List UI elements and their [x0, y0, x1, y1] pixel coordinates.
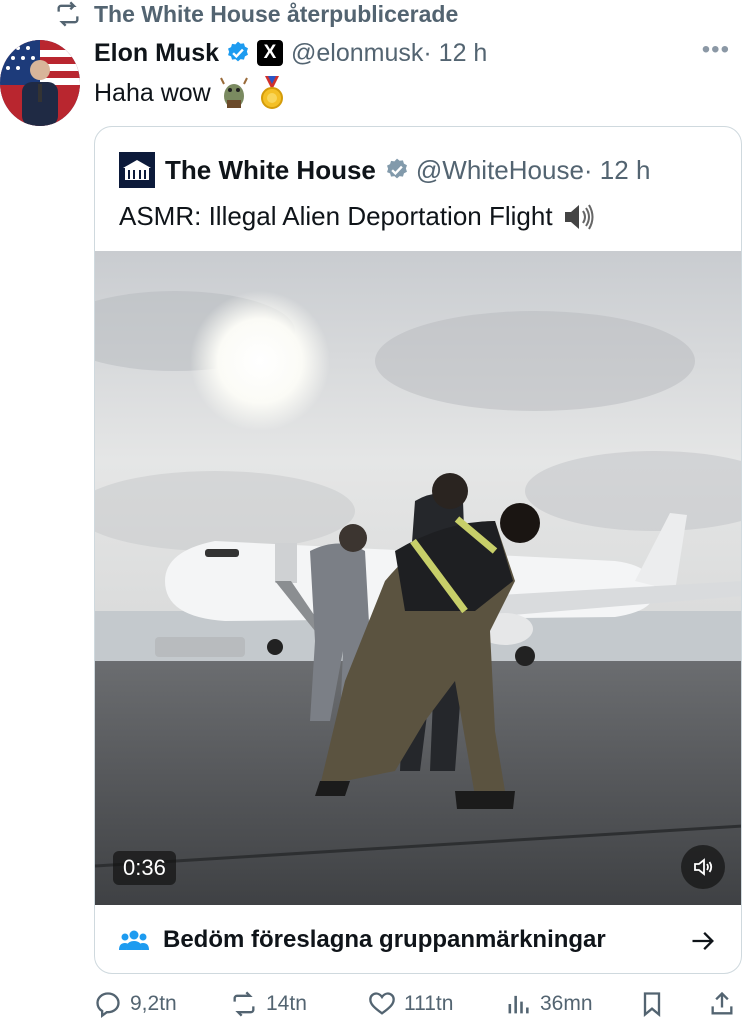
author-name[interactable]: Elon Musk — [94, 39, 219, 68]
tweet-header: Elon Musk X @elonmusk · 12 h ••• — [94, 36, 740, 70]
repost-text: The White House återpublicerade — [94, 0, 459, 27]
troll-emoji — [219, 77, 248, 108]
volume-icon — [694, 858, 713, 876]
heart-icon — [369, 992, 395, 1015]
white-house-logo[interactable] — [119, 152, 155, 188]
bookmark-icon — [643, 992, 661, 1017]
verified-gov-badge-icon[interactable] — [384, 157, 410, 183]
share-button[interactable] — [708, 990, 736, 1018]
reply-button[interactable]: 9,2tn — [94, 990, 177, 1018]
quote-body: ASMR: Illegal Alien Deportation Flight — [119, 201, 595, 232]
quote-time[interactable]: · 12 h — [584, 155, 651, 186]
video-thumbnail — [95, 251, 741, 905]
repost-icon — [233, 991, 255, 1017]
bookmark-button[interactable] — [638, 990, 666, 1018]
quote-header: The White House @WhiteHouse · 12 h — [119, 151, 650, 189]
tweet-time[interactable]: · 12 h — [423, 39, 487, 68]
quote-author-name[interactable]: The White House — [165, 155, 376, 186]
like-button[interactable]: 111tn — [368, 990, 453, 1018]
x-affiliate-icon[interactable]: X — [257, 40, 284, 66]
repost-icon — [57, 1, 79, 27]
tweet-body: Haha wow — [94, 76, 287, 110]
video-player[interactable]: 0:36 — [95, 251, 741, 905]
community-notes-label: Bedöm föreslagna gruppanmärkningar — [163, 926, 606, 953]
verified-badge-icon[interactable] — [225, 40, 251, 66]
repost-button[interactable]: 14tn — [230, 990, 307, 1018]
arrow-right-icon — [692, 932, 714, 950]
reply-icon — [96, 992, 120, 1018]
views-icon — [508, 995, 529, 1014]
volume-button[interactable] — [681, 845, 725, 889]
quote-text: ASMR: Illegal Alien Deportation Flight — [119, 201, 553, 231]
tweet-action-bar: 9,2tn 14tn 111tn 36mn — [94, 984, 742, 1024]
medal-emoji — [260, 76, 283, 109]
view-count: 36mn — [540, 992, 593, 1015]
repost-count: 14tn — [266, 992, 307, 1015]
community-notes-prompt[interactable]: Bedöm föreslagna gruppanmärkningar — [95, 905, 741, 973]
speaker-emoji — [564, 203, 594, 230]
share-icon — [711, 991, 733, 1015]
tweet-text: Haha wow — [94, 78, 211, 107]
quote-author-handle[interactable]: @WhiteHouse — [416, 155, 584, 186]
avatar[interactable] — [0, 40, 80, 126]
author-handle[interactable]: @elonmusk — [291, 39, 423, 68]
reply-count: 9,2tn — [130, 992, 177, 1015]
views-button[interactable]: 36mn — [504, 990, 593, 1018]
more-icon[interactable]: ••• — [702, 36, 730, 64]
quoted-tweet-card[interactable]: The White House @WhiteHouse · 12 h ASMR:… — [94, 126, 742, 974]
like-count: 111tn — [404, 992, 454, 1015]
people-icon — [119, 930, 149, 950]
video-timecode: 0:36 — [113, 851, 176, 885]
repost-indicator[interactable]: The White House återpublicerade — [54, 0, 458, 28]
